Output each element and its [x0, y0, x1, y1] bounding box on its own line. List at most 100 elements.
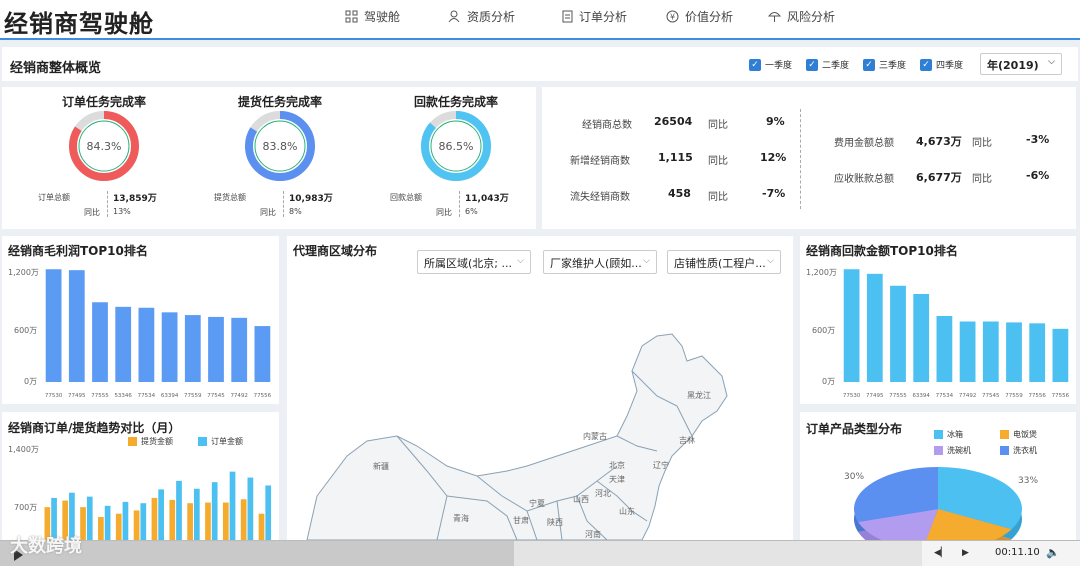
bar[interactable]	[151, 497, 158, 540]
bar[interactable]	[184, 315, 201, 382]
region-filter-dropdown[interactable]: 所属区域(北京; ... ⌵	[417, 250, 531, 274]
kpi-yoy-label: 同比	[260, 208, 276, 217]
map-label: 陕西	[547, 518, 563, 527]
x-tick: 53346	[114, 393, 132, 399]
bar[interactable]	[222, 502, 229, 540]
bar[interactable]	[86, 496, 93, 540]
profit-chart-panel: 经销商毛利润TOP10排名 1,200万 600万 0万 77530 77495 7…	[2, 236, 279, 404]
donut-pct: 84.3%	[87, 140, 122, 153]
year-value: 年(2019)	[987, 59, 1039, 72]
bar[interactable]	[936, 316, 953, 382]
bar[interactable]	[133, 510, 140, 540]
kpi-yoy: 6%	[465, 207, 478, 216]
bar[interactable]	[1006, 322, 1022, 382]
bar[interactable]	[122, 501, 129, 540]
map-label: 青海	[453, 514, 469, 523]
bar[interactable]	[140, 503, 147, 540]
quarter-checkbox-q3[interactable]: ✓ 三季度	[863, 58, 906, 71]
x-tick: 77559	[184, 393, 202, 399]
divider	[800, 109, 801, 209]
bar[interactable]	[115, 513, 122, 540]
bar[interactable]	[843, 269, 860, 382]
year-select[interactable]: 年(2019) ⌵	[980, 53, 1062, 75]
kpi-title: 提货任务完成率	[237, 95, 322, 109]
x-tick: 77545	[207, 393, 225, 399]
bar[interactable]	[104, 505, 111, 540]
x-tick: 77534	[936, 393, 954, 399]
bar[interactable]	[68, 270, 85, 382]
bar[interactable]	[982, 321, 999, 383]
kpi-yoy: 8%	[289, 207, 302, 216]
previous-icon[interactable]: ◀▏	[934, 548, 948, 558]
bar[interactable]	[161, 312, 178, 382]
bar[interactable]	[254, 326, 271, 382]
bar[interactable]	[258, 513, 265, 540]
store-type-filter-dropdown[interactable]: 店铺性质(工程户... ⌵	[667, 250, 781, 274]
nav-item-orders[interactable]: 订单分析	[562, 8, 627, 25]
pie-chart-panel: 订单产品类型分布 冰箱 电饭煲 洗碗机 洗衣机 30% 33%	[800, 412, 1076, 540]
x-tick: 77556	[1028, 393, 1046, 399]
stat-yoy-label: 同比	[972, 174, 992, 185]
people-icon	[448, 10, 460, 23]
bar[interactable]	[169, 499, 176, 540]
bar[interactable]	[240, 499, 247, 540]
bar[interactable]	[1052, 328, 1069, 382]
map-label: 新疆	[373, 462, 389, 471]
bar[interactable]	[115, 306, 132, 382]
x-tick: 77555	[889, 393, 907, 399]
map-label: 天津	[609, 475, 625, 484]
map-label: 山西	[573, 495, 589, 504]
bar[interactable]	[158, 489, 164, 540]
donut-pct: 83.8%	[263, 140, 298, 153]
bar[interactable]	[138, 307, 155, 382]
next-icon[interactable]: ▶	[962, 548, 969, 558]
quarter-checkbox-q4[interactable]: ✓ 四季度	[920, 58, 963, 71]
bar[interactable]	[211, 482, 218, 540]
nav-item-qualification[interactable]: 资质分析	[447, 8, 515, 25]
watermark-text: 大数跨境	[10, 536, 82, 557]
bar[interactable]	[193, 488, 200, 540]
stat-yoy: 12%	[760, 151, 787, 164]
bar[interactable]	[1029, 323, 1046, 382]
overview-title: 经销商整体概览	[10, 61, 102, 76]
stat-yoy: -7%	[762, 187, 786, 200]
quarter-checkbox-q1[interactable]: ✓ 一季度	[749, 58, 792, 71]
bar[interactable]	[98, 517, 104, 540]
bar[interactable]	[913, 294, 930, 382]
quarter-checkbox-q2[interactable]: ✓ 二季度	[806, 58, 849, 71]
nav-item-cockpit[interactable]: 驾驶舱	[345, 8, 400, 25]
divider	[107, 191, 108, 217]
maintainer-filter-dropdown[interactable]: 厂家维护人(顾如... ⌵	[543, 250, 657, 274]
bar[interactable]	[45, 269, 62, 382]
check-icon: ✓	[806, 58, 818, 71]
nav-item-value[interactable]: ¥ 价值分析	[666, 8, 733, 25]
svg-text:¥: ¥	[670, 13, 675, 22]
stat-yoy: -6%	[1026, 169, 1050, 182]
quarter-label: 二季度	[822, 61, 850, 71]
bar[interactable]	[265, 485, 272, 540]
divider	[459, 191, 460, 217]
bar[interactable]	[176, 480, 182, 540]
bar[interactable]	[208, 316, 224, 382]
stat-yoy-label: 同比	[708, 192, 728, 203]
bar[interactable]	[205, 502, 211, 540]
bar[interactable]	[959, 321, 976, 383]
bar[interactable]	[890, 285, 906, 382]
bar[interactable]	[231, 317, 248, 382]
stat-value: 6,677万	[916, 171, 962, 184]
donut-pct: 86.5%	[439, 140, 474, 153]
stat-yoy-label: 同比	[972, 138, 992, 149]
filter-value: 厂家维护人(顾如...	[550, 257, 642, 270]
bar[interactable]	[229, 471, 236, 540]
bar[interactable]	[92, 302, 108, 382]
map-label: 黑龙江	[687, 391, 711, 400]
overview-header: 经销商整体概览 ✓ 一季度 ✓ 二季度 ✓ 三季度 ✓ 四季度 年(2019) ⌵	[2, 47, 1078, 81]
x-tick: 77545	[982, 393, 1000, 399]
kpi-donut: 86.5%	[421, 111, 491, 181]
bar[interactable]	[247, 477, 254, 540]
nav-item-risk[interactable]: 风险分析	[768, 8, 835, 25]
volume-icon[interactable]: 🔈	[1046, 546, 1060, 559]
kpi-yoy-label: 同比	[436, 208, 452, 217]
bar[interactable]	[866, 273, 883, 382]
bar[interactable]	[187, 503, 193, 540]
